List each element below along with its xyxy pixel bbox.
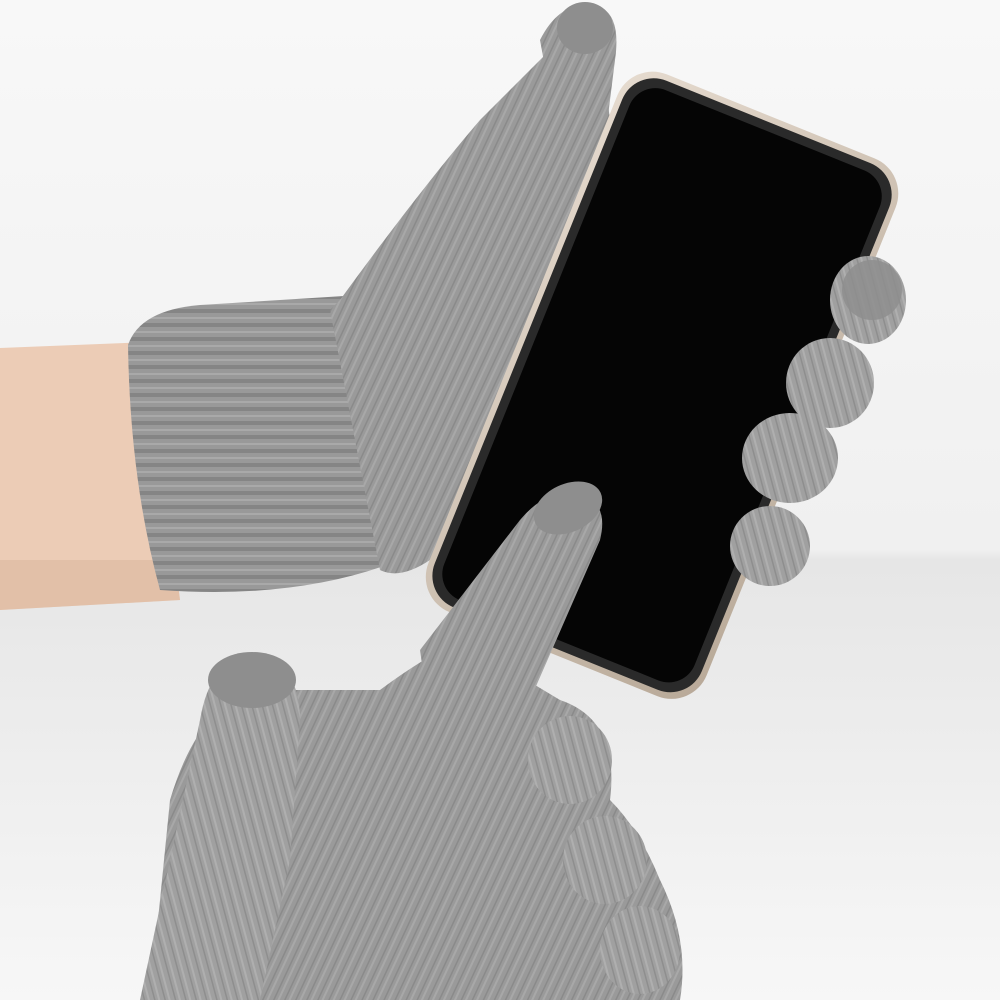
finger-tip-pinky: [730, 506, 810, 586]
knuckle-pinky: [600, 906, 680, 994]
lower-thumb-touch-tip: [208, 652, 296, 708]
photo-scene: [0, 0, 1000, 1000]
knuckle-ring: [563, 816, 647, 904]
finger-tip-ring: [742, 413, 838, 503]
knuckle-middle: [528, 716, 612, 804]
upper-thumb-touch-tip: [557, 2, 613, 54]
finger-touch-tip: [842, 260, 902, 320]
